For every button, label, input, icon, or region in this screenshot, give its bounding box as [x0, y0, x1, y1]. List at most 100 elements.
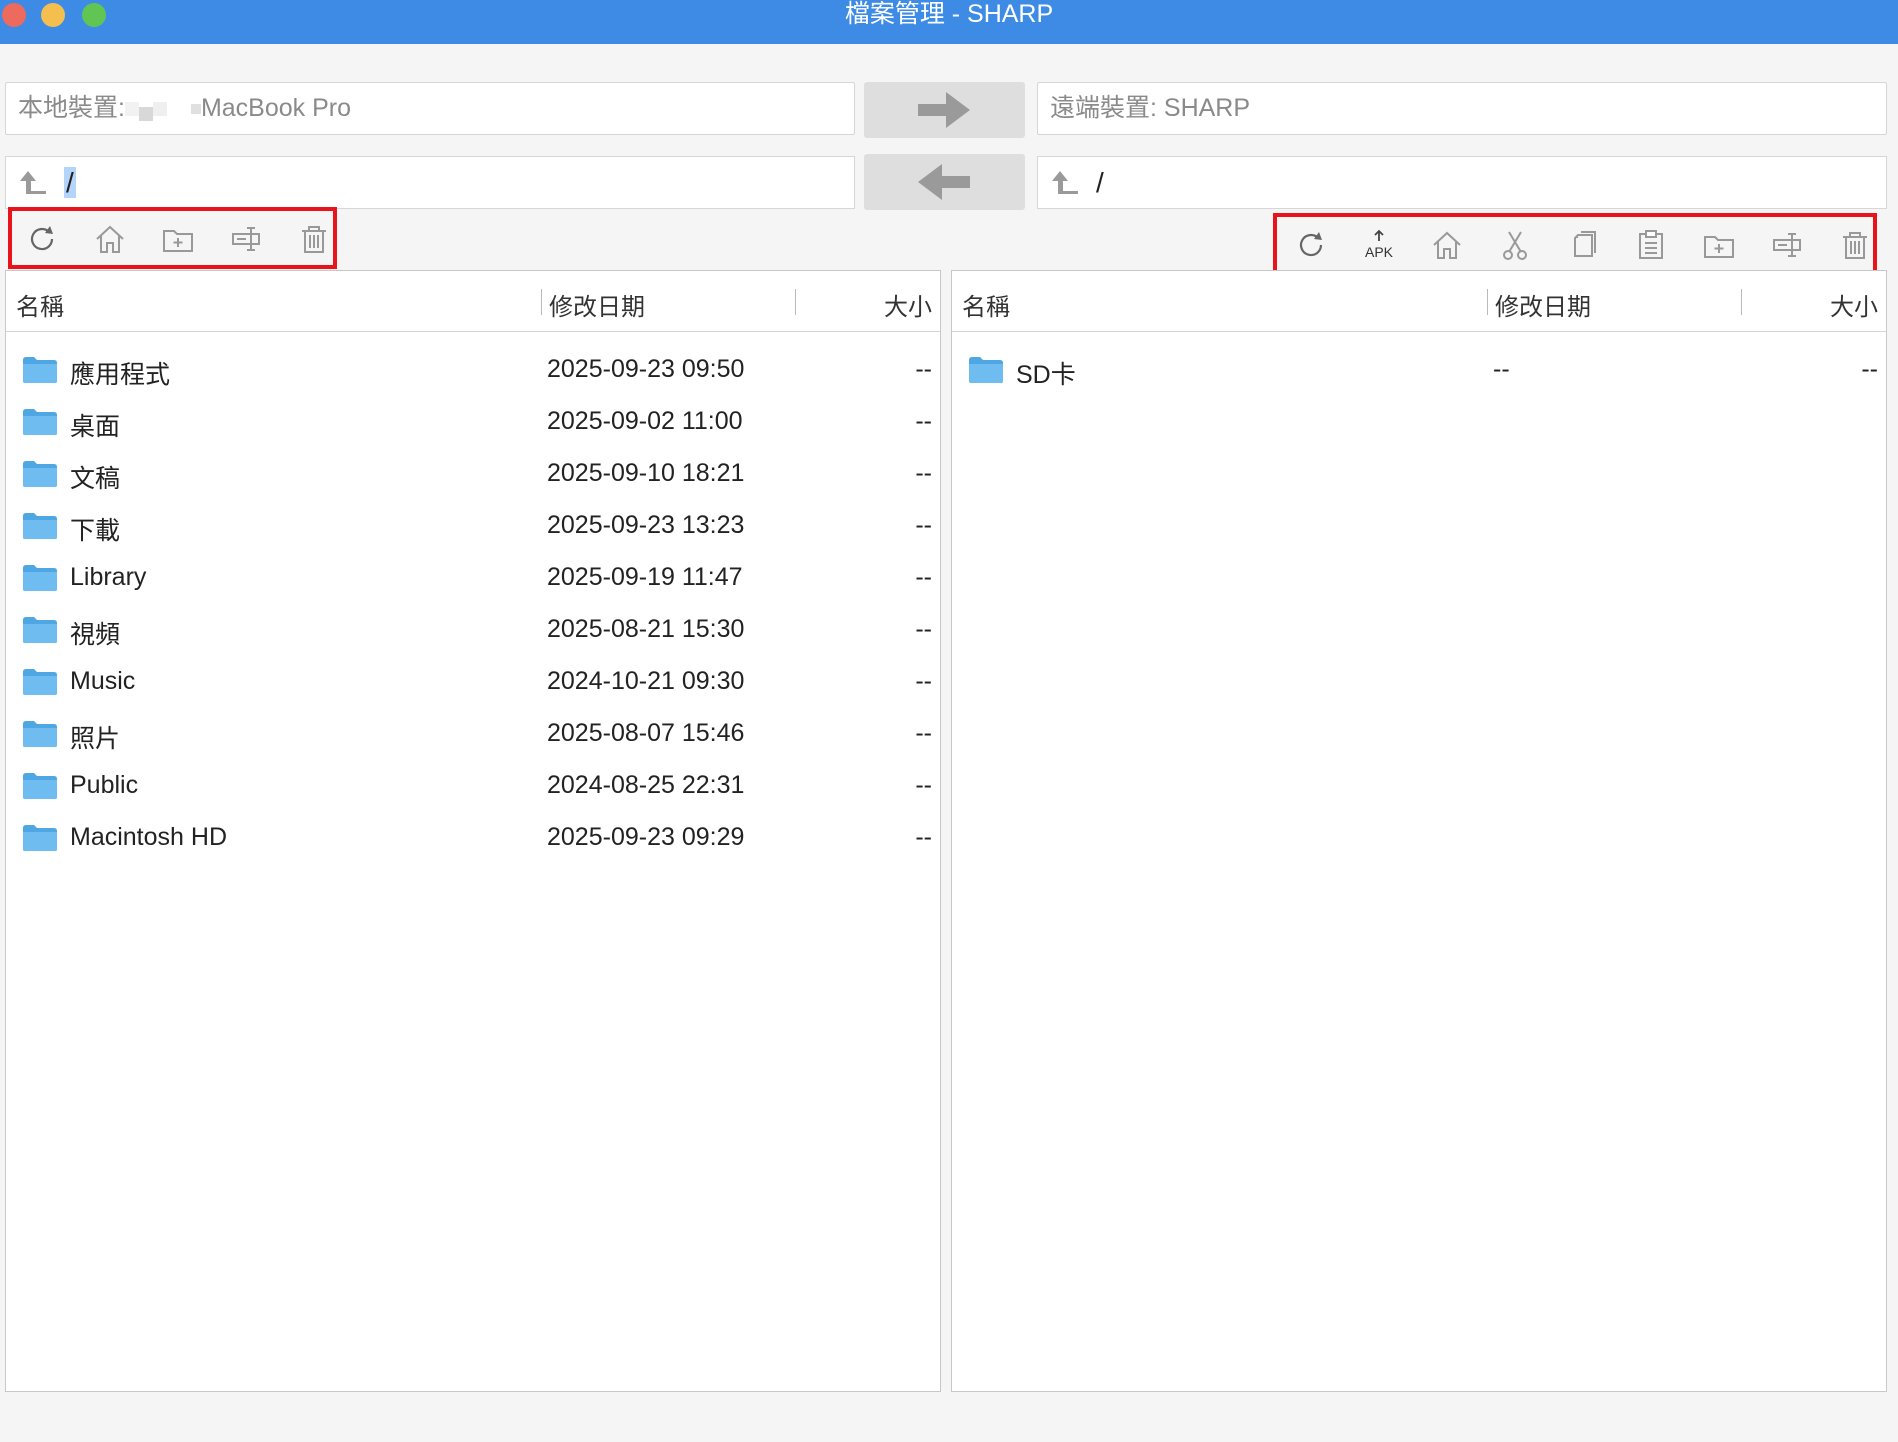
refresh-icon[interactable] — [1295, 229, 1327, 261]
file-date: 2024-08-25 22:31 — [547, 771, 745, 799]
column-header-size[interactable]: 大小 — [884, 287, 932, 322]
file-date: 2025-09-19 11:47 — [547, 563, 743, 591]
local-list-header: 名稱 修改日期 大小 — [6, 271, 940, 332]
file-name: 應用程式 — [70, 361, 171, 389]
new-folder-icon[interactable] — [162, 223, 194, 255]
file-size: -- — [1861, 355, 1878, 383]
trash-icon[interactable] — [1839, 229, 1871, 261]
file-size: -- — [915, 355, 932, 383]
column-header-size[interactable]: 大小 — [1830, 287, 1878, 322]
file-name: Library — [70, 563, 147, 591]
remote-file-list[interactable]: 名稱 修改日期 大小 SD卡 -- -- — [951, 270, 1887, 1392]
file-size: -- — [915, 823, 932, 851]
remote-toolbar: APK — [1273, 213, 1877, 275]
column-header-name[interactable]: 名稱 — [16, 287, 64, 322]
file-size: -- — [915, 459, 932, 487]
apk-install-icon[interactable]: APK — [1363, 229, 1395, 261]
remote-device-label: 遠端裝置: SHARP — [1050, 94, 1251, 122]
paste-icon[interactable] — [1635, 229, 1667, 261]
file-row[interactable]: Library 2025-09-19 11:47 -- — [6, 552, 940, 604]
file-name: 桌面 — [70, 413, 121, 441]
folder-icon — [23, 357, 57, 383]
file-name: 下載 — [70, 517, 121, 545]
file-row[interactable]: Public 2024-08-25 22:31 -- — [6, 760, 940, 812]
local-device-field: 本地裝置: MacBook Pro — [5, 82, 855, 135]
file-size: -- — [915, 511, 932, 539]
window-title: 檔案管理 - SHARP — [844, 0, 1054, 28]
file-name: 照片 — [70, 725, 121, 753]
folder-icon — [23, 721, 57, 747]
apk-label: APK — [1365, 244, 1394, 260]
redacted-block — [190, 104, 201, 115]
local-path-text: / — [64, 167, 76, 198]
folder-icon — [23, 565, 57, 591]
home-icon[interactable] — [94, 223, 126, 255]
file-size: -- — [915, 771, 932, 799]
file-row[interactable]: 下載 2025-09-23 13:23 -- — [6, 500, 940, 552]
file-date: -- — [1493, 355, 1510, 383]
column-header-date[interactable]: 修改日期 — [549, 287, 645, 322]
folder-icon — [23, 409, 57, 435]
file-date: 2025-08-21 15:30 — [547, 615, 745, 643]
copy-icon[interactable] — [1567, 229, 1599, 261]
remote-path-field[interactable]: / — [1037, 156, 1887, 209]
column-divider[interactable] — [1741, 289, 1742, 315]
folder-icon — [23, 773, 57, 799]
folder-icon — [23, 669, 57, 695]
rename-icon[interactable] — [230, 223, 262, 255]
folder-icon — [23, 461, 57, 487]
trash-icon[interactable] — [298, 223, 330, 255]
file-date: 2025-08-07 15:46 — [547, 719, 745, 747]
arrow-right-icon — [918, 92, 970, 128]
folder-icon — [23, 825, 57, 851]
local-device-prefix: 本地裝置: — [18, 94, 125, 122]
file-name: 文稿 — [70, 465, 121, 493]
redacted-block — [152, 102, 167, 117]
transfer-to-local-button[interactable] — [864, 154, 1025, 210]
file-row[interactable]: SD卡 -- -- — [952, 344, 1886, 396]
file-row[interactable]: Macintosh HD 2025-09-23 09:29 -- — [6, 812, 940, 864]
parent-folder-icon[interactable] — [1052, 169, 1080, 195]
arrow-left-icon — [918, 164, 970, 200]
folder-icon — [23, 617, 57, 643]
remote-list-header: 名稱 修改日期 大小 — [952, 271, 1886, 332]
file-date: 2025-09-23 09:29 — [547, 823, 745, 851]
file-size: -- — [915, 719, 932, 747]
column-divider[interactable] — [1487, 289, 1488, 315]
file-size: -- — [915, 615, 932, 643]
column-header-name[interactable]: 名稱 — [962, 287, 1010, 322]
folder-icon — [23, 513, 57, 539]
file-row[interactable]: 視頻 2025-08-21 15:30 -- — [6, 604, 940, 656]
file-name: SD卡 — [1016, 361, 1076, 389]
new-folder-icon[interactable] — [1703, 229, 1735, 261]
transfer-to-remote-button[interactable] — [864, 82, 1025, 138]
file-size: -- — [915, 667, 932, 695]
rename-icon[interactable] — [1771, 229, 1803, 261]
redacted-block — [138, 107, 153, 122]
home-icon[interactable] — [1431, 229, 1463, 261]
title-bar: 檔案管理 - SHARP — [0, 0, 1898, 44]
parent-folder-icon[interactable] — [20, 169, 48, 195]
file-name: Music — [70, 667, 136, 695]
file-name: Public — [70, 771, 139, 799]
column-header-date[interactable]: 修改日期 — [1495, 287, 1591, 322]
cut-icon[interactable] — [1499, 229, 1531, 261]
file-row[interactable]: Music 2024-10-21 09:30 -- — [6, 656, 940, 708]
column-divider[interactable] — [795, 289, 796, 315]
file-name: Macintosh HD — [70, 823, 227, 851]
file-row[interactable]: 應用程式 2025-09-23 09:50 -- — [6, 344, 940, 396]
remote-device-field: 遠端裝置: SHARP — [1037, 82, 1887, 135]
folder-icon — [969, 357, 1003, 383]
file-date: 2025-09-23 13:23 — [547, 511, 745, 539]
file-row[interactable]: 照片 2025-08-07 15:46 -- — [6, 708, 940, 760]
file-date: 2025-09-02 11:00 — [547, 407, 743, 435]
file-row[interactable]: 桌面 2025-09-02 11:00 -- — [6, 396, 940, 448]
file-row[interactable]: 文稿 2025-09-10 18:21 -- — [6, 448, 940, 500]
file-date: 2025-09-10 18:21 — [547, 459, 745, 487]
file-date: 2025-09-23 09:50 — [547, 355, 745, 383]
local-file-list[interactable]: 名稱 修改日期 大小 應用程式 2025-09-23 09:50 -- 桌面 2025-… — [5, 270, 941, 1392]
refresh-icon[interactable] — [26, 223, 58, 255]
column-divider[interactable] — [541, 289, 542, 315]
local-device-name: MacBook Pro — [200, 94, 352, 122]
local-path-field[interactable]: / — [5, 156, 855, 209]
